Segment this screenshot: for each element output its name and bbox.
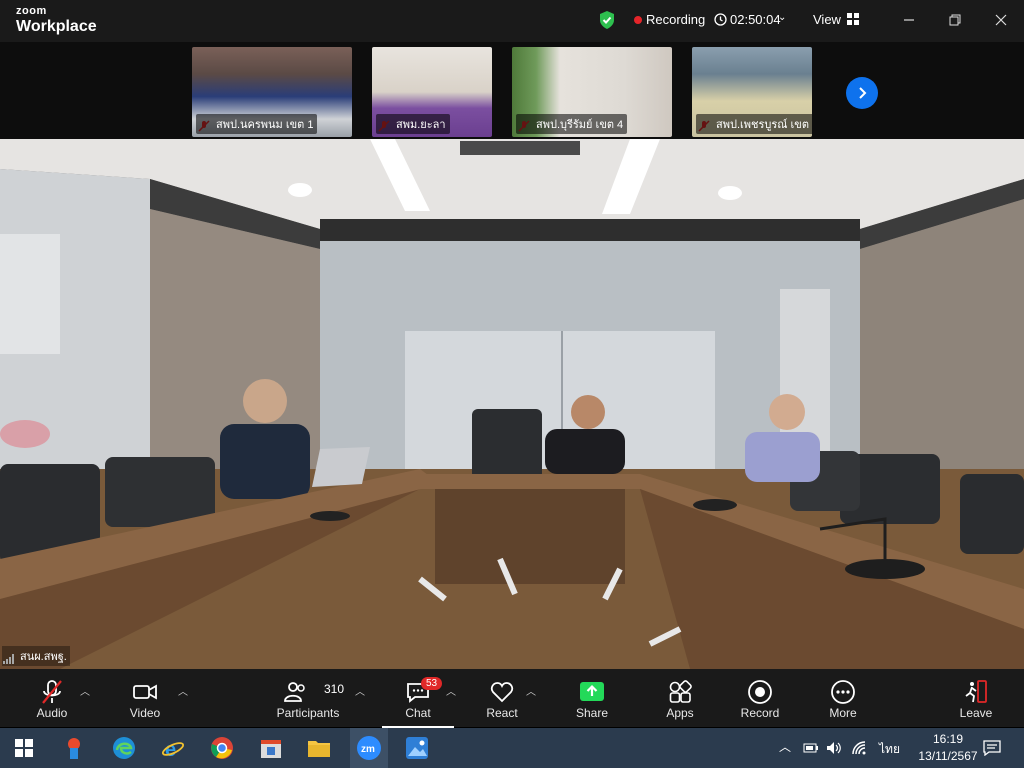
view-grid-icon[interactable] xyxy=(847,13,859,25)
taskbar-app-store[interactable] xyxy=(257,734,285,762)
notification-center-icon[interactable] xyxy=(983,740,1001,756)
more-label: More xyxy=(829,706,857,720)
next-page-button[interactable] xyxy=(846,77,878,109)
clock-time: 16:19 xyxy=(932,732,964,746)
participants-icon xyxy=(284,682,305,702)
store-app-icon xyxy=(261,740,281,758)
recording-label[interactable]: Recording xyxy=(646,12,705,27)
taskbar-app-zoom[interactable]: zm xyxy=(355,734,383,762)
meeting-timer[interactable]: 02:50:04 xyxy=(730,12,781,27)
close-button[interactable] xyxy=(986,8,1016,32)
taskbar-app-photos-viewer[interactable] xyxy=(403,734,431,762)
wifi-icon[interactable] xyxy=(851,740,867,756)
windows-start-button[interactable] xyxy=(10,734,38,762)
volume-icon[interactable] xyxy=(826,740,842,756)
leave-button[interactable]: Leave xyxy=(950,669,1002,727)
share-screen-icon xyxy=(580,682,604,701)
show-hidden-icons-chevron-icon[interactable]: ︿ xyxy=(779,738,791,755)
close-icon xyxy=(995,14,1007,26)
video-label: Video xyxy=(129,706,161,720)
react-options-caret-icon[interactable]: ︿ xyxy=(526,683,536,698)
audio-button[interactable]: Audio xyxy=(24,669,80,727)
participant-name: สพป.เพชรบูรณ์ เขต 3 xyxy=(696,114,812,134)
chrome-browser-icon xyxy=(211,737,233,759)
edge-browser-icon xyxy=(113,737,135,759)
zoom-app-icon: zm xyxy=(357,736,381,760)
taskbar-app-ie[interactable]: e xyxy=(159,734,187,762)
participant-thumbnail[interactable]: สพป.บุรีรัมย์ เขต 4 xyxy=(512,47,672,137)
windows-logo-icon xyxy=(15,739,33,757)
brand-small: zoom xyxy=(16,5,47,17)
more-button[interactable]: More xyxy=(816,669,870,727)
taskbar-app-photos[interactable] xyxy=(60,734,88,762)
participant-thumbnail[interactable]: สพป.นครพนม เขต 1 xyxy=(192,47,352,137)
participant-name: สพป.นครพนม เขต 1 xyxy=(196,114,318,134)
leave-exit-icon xyxy=(965,680,987,703)
taskbar-app-chrome[interactable] xyxy=(208,734,236,762)
taskbar-app-file-explorer[interactable] xyxy=(305,734,333,762)
internet-explorer-icon: e xyxy=(161,739,185,760)
taskbar-app-edge[interactable] xyxy=(110,734,138,762)
participant-name: สพม.ยะลา xyxy=(376,114,450,134)
participants-label: Participants xyxy=(276,706,340,720)
apps-button[interactable]: Apps xyxy=(654,669,706,727)
video-options-caret-icon[interactable]: ︿ xyxy=(178,683,188,698)
participants-count: 310 xyxy=(324,682,345,696)
restore-button[interactable] xyxy=(940,8,970,32)
chat-label: Chat xyxy=(405,706,431,720)
folder-icon xyxy=(308,741,330,757)
share-button[interactable]: Share xyxy=(566,669,618,727)
chevron-down-icon[interactable]: ⌄ xyxy=(778,12,786,23)
minimize-button[interactable] xyxy=(894,8,924,32)
leave-label: Leave xyxy=(959,706,993,720)
title-bar: zoom Workplace Recording 02:50:04 ⌄ View xyxy=(0,0,1024,42)
audio-options-caret-icon[interactable]: ︿ xyxy=(80,683,90,698)
photos-app-icon xyxy=(68,738,80,759)
active-speaker-video[interactable]: สนผ.สพฐ. xyxy=(0,139,1024,669)
apps-icon xyxy=(669,680,692,703)
chat-unread-badge: 53 xyxy=(421,677,443,690)
record-icon xyxy=(748,680,772,704)
chat-options-caret-icon[interactable]: ︿ xyxy=(446,683,456,698)
participant-thumbnail[interactable]: สพม.ยะลา xyxy=(372,47,492,137)
conference-room-scene xyxy=(0,139,1024,669)
photos-viewer-icon xyxy=(406,737,428,759)
zoom-logo: zoom Workplace xyxy=(16,6,97,35)
react-label: React xyxy=(486,706,518,720)
restore-icon xyxy=(949,14,961,26)
recording-dot-icon xyxy=(634,16,642,24)
video-button[interactable]: Video xyxy=(118,669,172,727)
battery-icon[interactable] xyxy=(803,741,819,755)
video-camera-icon xyxy=(133,684,157,700)
chevron-right-icon xyxy=(859,87,867,99)
heart-icon xyxy=(490,682,514,703)
encryption-shield-icon[interactable] xyxy=(598,10,616,30)
react-button[interactable]: React xyxy=(476,669,528,727)
participant-thumbnail[interactable]: สพป.เพชรบูรณ์ เขต 3 xyxy=(692,47,812,137)
participants-button[interactable]: Participants xyxy=(272,669,344,727)
view-button[interactable]: View xyxy=(813,12,841,27)
meeting-toolbar: Audio ︿ Video ︿ Participants 310 ︿ Chat … xyxy=(0,669,1024,727)
clock-icon xyxy=(714,13,727,26)
participants-options-caret-icon[interactable]: ︿ xyxy=(355,683,365,698)
muted-mic-icon xyxy=(42,680,62,704)
record-label: Record xyxy=(740,706,780,720)
input-language-indicator[interactable]: ไทย xyxy=(879,740,900,759)
record-button[interactable]: Record xyxy=(733,669,787,727)
clock-date: 13/11/2567 xyxy=(918,749,978,763)
taskbar-clock[interactable]: 16:19 13/11/2567 xyxy=(918,731,978,765)
minimize-icon xyxy=(904,19,914,21)
windows-taskbar: e xyxy=(0,728,1024,768)
speaker-name-tag: สนผ.สพฐ. xyxy=(2,646,70,666)
more-icon xyxy=(831,680,855,704)
participant-name: สพป.บุรีรัมย์ เขต 4 xyxy=(516,114,628,134)
apps-label: Apps xyxy=(666,706,694,720)
share-label: Share xyxy=(575,706,609,720)
svg-text:zm: zm xyxy=(361,744,375,755)
brand-name: Workplace xyxy=(16,18,97,35)
audio-label: Audio xyxy=(36,706,68,720)
svg-text:e: e xyxy=(165,739,176,760)
